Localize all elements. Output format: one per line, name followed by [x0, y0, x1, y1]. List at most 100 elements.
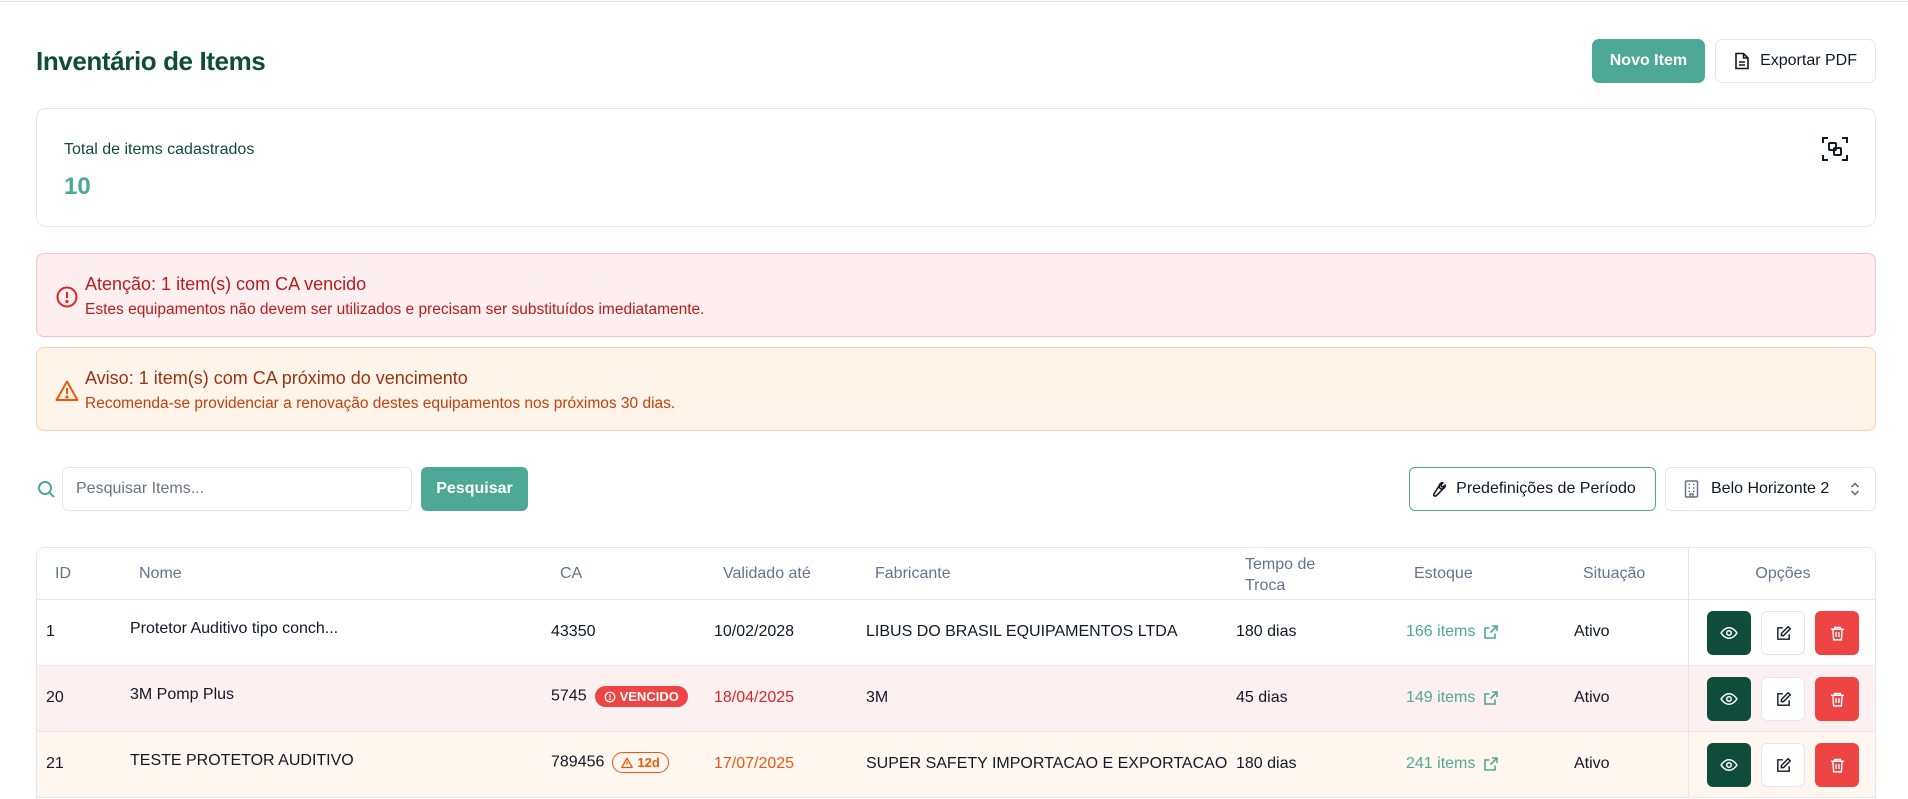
table-row[interactable]: 1 Protetor Auditivo tipo conch... 43350 … — [37, 600, 1875, 666]
view-button[interactable] — [1707, 743, 1751, 787]
col-nome[interactable]: Nome — [139, 565, 182, 583]
delete-button[interactable] — [1815, 677, 1859, 721]
row-fabricante: LIBUS DO BRASIL EQUIPAMENTOS LTDA — [866, 623, 1178, 640]
col-tempo-line1: Tempo de — [1245, 556, 1316, 573]
expired-alert-title: Atenção: 1 item(s) com CA vencido — [85, 274, 367, 294]
search-icon — [38, 481, 55, 498]
expired-badge-label: VENCIDO — [619, 689, 679, 704]
page-title: Inventário de Items — [36, 45, 266, 76]
edit-icon — [1776, 691, 1791, 706]
building-icon — [1684, 480, 1699, 498]
search-button[interactable]: Pesquisar — [421, 467, 528, 511]
eye-icon — [1720, 626, 1738, 640]
external-link-icon — [1484, 625, 1499, 639]
external-link-icon — [1484, 691, 1499, 705]
col-fabricante[interactable]: Fabricante — [875, 565, 951, 583]
row-fabricante: SUPER SAFETY IMPORTACAO E EXPORTACAO — [866, 755, 1228, 772]
wrench-icon — [1433, 481, 1447, 497]
edit-icon — [1776, 625, 1791, 640]
col-validade[interactable]: Validado até — [723, 565, 811, 583]
trash-icon — [1830, 626, 1844, 641]
row-ca-value: 5745 — [551, 687, 587, 705]
expired-ca-alert: Atenção: 1 item(s) com CA vencido Estes … — [36, 253, 1876, 337]
row-situacao: Ativo — [1574, 689, 1610, 706]
row-ca: 5745 VENCIDO — [551, 686, 688, 707]
alert-circle-icon — [604, 691, 615, 702]
row-nome: TESTE PROTETOR AUDITIVO — [130, 752, 354, 769]
row-ca-value: 789456 — [551, 753, 605, 771]
row-nome: Protetor Auditivo tipo conch... — [130, 620, 339, 637]
header-actions: Novo Item Exportar PDF — [1591, 39, 1876, 83]
expiring-badge: 12d — [612, 752, 669, 773]
row-tempo: 45 dias — [1236, 689, 1288, 706]
view-button[interactable] — [1707, 677, 1751, 721]
row-estoque-link[interactable]: 241 items — [1406, 755, 1499, 773]
row-tempo: 180 dias — [1236, 623, 1297, 640]
filter-toolbar: Pesquisar Predefinições de Período Belo … — [36, 467, 1876, 511]
external-link-icon — [1484, 757, 1499, 771]
row-ca: 789456 12d — [551, 752, 669, 773]
row-id: 21 — [46, 755, 64, 772]
row-actions — [1688, 732, 1875, 798]
row-validade: 17/07/2025 — [714, 755, 795, 772]
items-table: ID Nome CA Validado até Fabricante Tempo… — [36, 547, 1876, 799]
page-header: Inventário de Items Novo Item Exportar P… — [36, 38, 1876, 84]
eye-icon — [1720, 758, 1738, 772]
total-items-card: Total de items cadastrados 10 — [36, 108, 1876, 227]
row-estoque: 149 items — [1406, 689, 1476, 706]
row-estoque-link[interactable]: 149 items — [1406, 689, 1499, 707]
row-fabricante: 3M — [866, 689, 889, 706]
row-tempo: 180 dias — [1236, 755, 1297, 772]
table-header: ID Nome CA Validado até Fabricante Tempo… — [37, 548, 1875, 600]
col-ca[interactable]: CA — [560, 565, 582, 583]
expiring-alert-title: Aviso: 1 item(s) com CA próximo do venci… — [85, 368, 468, 388]
trash-icon — [1830, 758, 1844, 773]
col-tempo-line2: Troca — [1245, 577, 1286, 594]
edit-button[interactable] — [1761, 677, 1805, 721]
view-button[interactable] — [1707, 611, 1751, 655]
period-presets-button[interactable]: Predefinições de Período — [1409, 467, 1656, 511]
total-items-value: 10 — [64, 173, 91, 200]
row-id: 20 — [46, 689, 64, 706]
eye-icon — [1720, 692, 1738, 706]
edit-button[interactable] — [1761, 611, 1805, 655]
col-opcoes: Opções — [1688, 548, 1875, 600]
row-situacao: Ativo — [1574, 623, 1610, 640]
export-pdf-button[interactable]: Exportar PDF — [1715, 39, 1876, 83]
table-row[interactable]: 20 3M Pomp Plus 5745 VENCIDO 18/04/2025 3… — [37, 666, 1875, 732]
row-validade: 18/04/2025 — [714, 689, 795, 706]
scan-icon[interactable] — [1821, 135, 1849, 163]
total-items-label: Total de items cadastrados — [64, 141, 255, 158]
col-estoque[interactable]: Estoque — [1414, 565, 1473, 583]
unit-select-value: Belo Horizonte 2 — [1711, 480, 1830, 497]
row-ca-value: 43350 — [551, 623, 596, 640]
expiring-alert-text: Recomenda-se providenciar a renovação de… — [85, 395, 676, 412]
row-nome: 3M Pomp Plus — [130, 686, 235, 703]
row-estoque-link[interactable]: 166 items — [1406, 623, 1499, 641]
expired-alert-text: Estes equipamentos não devem ser utiliza… — [85, 301, 705, 318]
row-ca: 43350 — [551, 623, 596, 641]
delete-button[interactable] — [1815, 743, 1859, 787]
search-input[interactable] — [62, 467, 412, 511]
alert-circle-icon — [56, 286, 78, 308]
delete-button[interactable] — [1815, 611, 1859, 655]
row-actions — [1688, 600, 1875, 666]
row-estoque: 241 items — [1406, 755, 1476, 772]
new-item-button[interactable]: Novo Item — [1591, 39, 1706, 83]
col-tempo-troca[interactable]: Tempo de Troca — [1245, 554, 1315, 596]
col-situacao[interactable]: Situação — [1583, 565, 1645, 583]
row-situacao: Ativo — [1574, 755, 1610, 772]
row-estoque: 166 items — [1406, 623, 1476, 640]
expiring-badge-label: 12d — [637, 755, 660, 770]
chevrons-updown-icon — [1850, 482, 1860, 496]
export-pdf-label: Exportar PDF — [1760, 52, 1857, 69]
table-row[interactable]: 21 TESTE PROTETOR AUDITIVO 789456 12d 17/… — [37, 732, 1875, 798]
top-divider — [0, 0, 1908, 2]
edit-icon — [1776, 757, 1791, 772]
col-id[interactable]: ID — [55, 565, 71, 583]
trash-icon — [1830, 692, 1844, 707]
edit-button[interactable] — [1761, 743, 1805, 787]
row-actions — [1688, 666, 1875, 732]
unit-select[interactable]: Belo Horizonte 2 — [1665, 467, 1876, 511]
alert-triangle-icon — [55, 380, 79, 401]
